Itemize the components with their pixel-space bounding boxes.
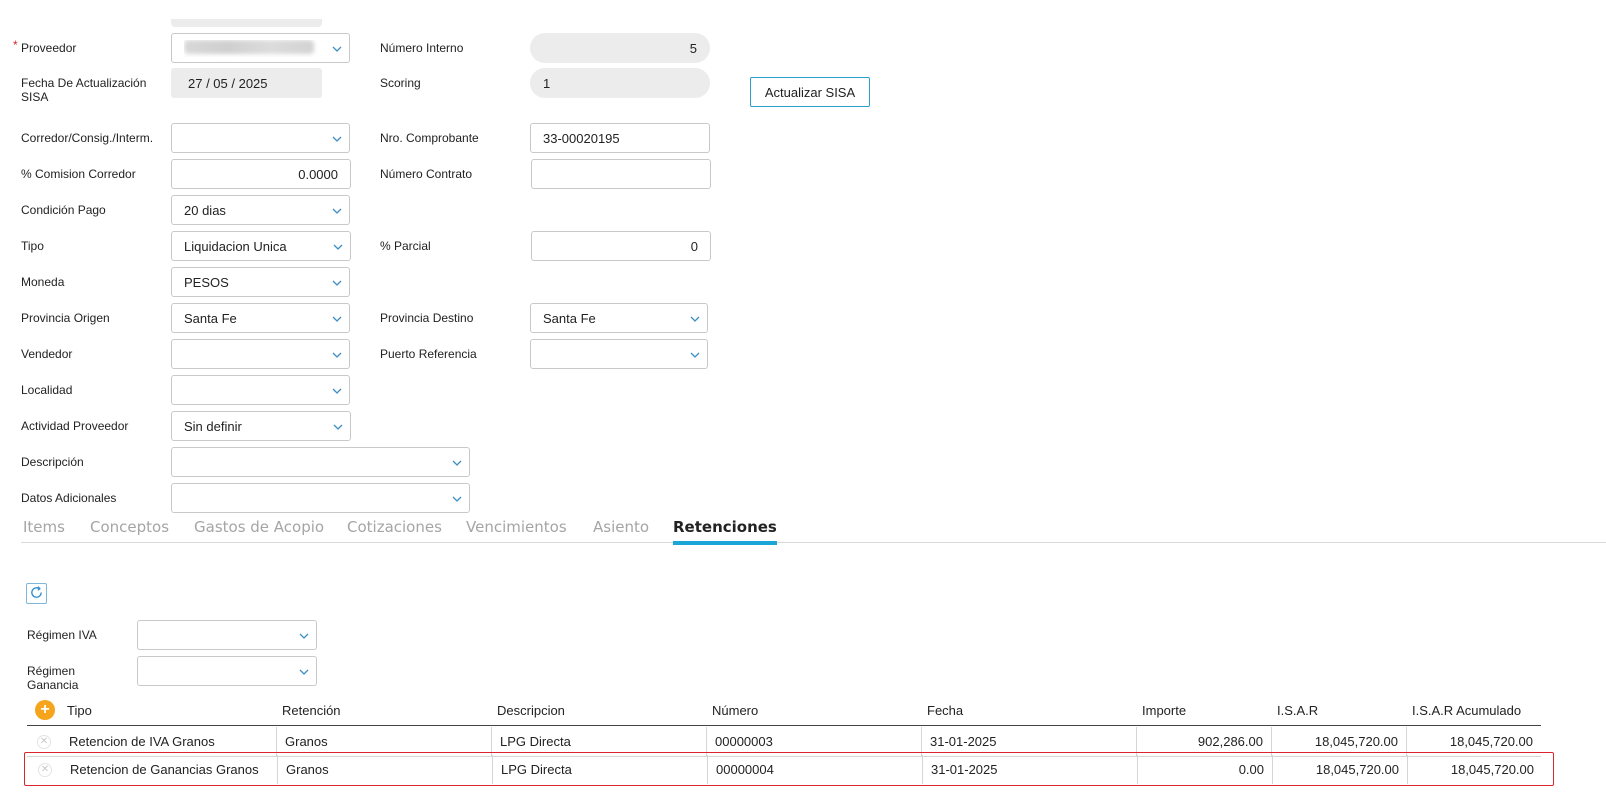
required-mark: * [13, 38, 18, 52]
scoring-label: Scoring [380, 76, 421, 90]
chevron-down-icon [331, 43, 343, 55]
numero-contrato-input[interactable] [531, 159, 711, 189]
chevron-down-icon [331, 277, 343, 289]
tab-asiento[interactable]: Asiento [593, 517, 649, 542]
moneda-label: Moneda [21, 275, 65, 289]
localidad-label: Localidad [21, 383, 73, 397]
cell-descripcion: LPG Directa [492, 755, 707, 784]
actividad-proveedor-select[interactable]: Sin definir [171, 411, 351, 441]
nro-comprobante-input[interactable]: 33-00020195 [530, 123, 710, 153]
add-icon[interactable]: + [35, 700, 55, 720]
chevron-down-icon [331, 313, 343, 325]
moneda-select[interactable]: PESOS [171, 267, 350, 297]
cell-retencion: Granos [277, 755, 492, 784]
chevron-down-icon [331, 385, 343, 397]
regimen-iva-label: Régimen IVA [27, 628, 97, 642]
provincia-origen-label: Provincia Origen [21, 311, 110, 325]
cell-tipo: Retencion de Ganancias Granos [70, 762, 259, 777]
col-header-fecha[interactable]: Fecha [927, 703, 963, 718]
corredor-label: Corredor/Consig./Interm. [21, 131, 154, 145]
fecha-sisa-field: 27 / 05 / 2025 [171, 68, 322, 98]
condicion-pago-label: Condición Pago [21, 203, 106, 217]
tab-conceptos[interactable]: Conceptos [90, 517, 169, 542]
descripcion-select[interactable] [171, 447, 470, 477]
tipo-select[interactable]: Liquidacion Unica [171, 231, 351, 261]
regimen-ganancia-select[interactable] [137, 656, 317, 686]
delete-icon[interactable]: ✕ [38, 763, 52, 777]
chevron-down-icon [298, 630, 310, 642]
col-header-isar[interactable]: I.S.A.R [1277, 703, 1318, 718]
tab-vencimientos[interactable]: Vencimientos [466, 517, 567, 542]
refresh-button[interactable] [26, 583, 47, 604]
puerto-referencia-label: Puerto Referencia [380, 347, 477, 361]
refresh-icon [29, 585, 44, 603]
tab-gastos-de-acopio[interactable]: Gastos de Acopio [194, 517, 324, 542]
cell-importe: 0.00 [1137, 755, 1272, 784]
tab-cotizaciones[interactable]: Cotizaciones [347, 517, 442, 542]
chevron-down-icon [331, 133, 343, 145]
datos-adicionales-label: Datos Adicionales [21, 491, 117, 505]
numero-interno-field: 5 [530, 33, 710, 63]
col-header-importe[interactable]: Importe [1142, 703, 1186, 718]
numero-contrato-label: Número Contrato [380, 167, 473, 181]
provincia-destino-label: Provincia Destino [380, 311, 474, 325]
tipo-label: Tipo [21, 239, 44, 253]
comision-input[interactable]: 0.0000 [171, 159, 351, 189]
proveedor-blurred-value [184, 39, 314, 54]
parcial-label: % Parcial [380, 239, 431, 253]
chevron-down-icon [451, 457, 463, 469]
retenciones-grid-header: + Tipo Retención Descripcion Número Fech… [27, 700, 1541, 726]
fecha-sisa-label: Fecha De Actualización SISA [21, 76, 147, 104]
col-header-isar-acumulado[interactable]: I.S.A.R Acumulado [1412, 703, 1521, 718]
chevron-down-icon [689, 349, 701, 361]
puerto-referencia-select[interactable] [530, 339, 708, 369]
chevron-down-icon [331, 349, 343, 361]
chevron-down-icon [332, 241, 344, 253]
chevron-down-icon [451, 493, 463, 505]
actualizar-sisa-button[interactable]: Actualizar SISA [750, 77, 870, 107]
table-row-selected[interactable]: ✕ Retencion de Ganancias Granos Granos L… [24, 752, 1554, 786]
col-header-descripcion[interactable]: Descripcion [497, 703, 565, 718]
cell-fecha: 31-01-2025 [922, 755, 1137, 784]
provincia-origen-select[interactable]: Santa Fe [171, 303, 350, 333]
proveedor-select[interactable] [171, 33, 350, 63]
datos-adicionales-select[interactable] [171, 483, 470, 513]
parcial-input[interactable]: 0 [531, 231, 711, 261]
regimen-ganancia-label: Régimen Ganancia [27, 664, 79, 692]
col-header-retencion[interactable]: Retención [282, 703, 341, 718]
tab-items[interactable]: Items [23, 517, 65, 542]
scoring-field: 1 [530, 68, 710, 98]
proveedor-label: Proveedor [21, 41, 77, 55]
chevron-down-icon [331, 205, 343, 217]
numero-interno-label: Número Interno [380, 41, 464, 55]
regimen-iva-select[interactable] [137, 620, 317, 650]
chevron-down-icon [332, 421, 344, 433]
descripcion-label: Descripción [21, 455, 84, 469]
corredor-select[interactable] [171, 123, 350, 153]
tab-bar: Items Conceptos Gastos de Acopio Cotizac… [21, 517, 1606, 545]
tab-retenciones[interactable]: Retenciones [673, 517, 777, 545]
col-header-tipo[interactable]: Tipo [67, 703, 92, 718]
cell-numero: 00000004 [707, 755, 922, 784]
localidad-select[interactable] [171, 375, 350, 405]
condicion-pago-select[interactable]: 20 dias [171, 195, 350, 225]
vendedor-select[interactable] [171, 339, 350, 369]
chevron-down-icon [298, 666, 310, 678]
provincia-destino-select[interactable]: Santa Fe [530, 303, 708, 333]
chevron-down-icon [689, 313, 701, 325]
actividad-proveedor-label: Actividad Proveedor [21, 419, 129, 433]
comision-label: % Comision Corredor [21, 167, 136, 181]
nro-comprobante-label: Nro. Comprobante [380, 131, 479, 145]
cell-isar-acumulado: 18,045,720.00 [1407, 755, 1542, 784]
delete-icon[interactable]: ✕ [37, 735, 51, 749]
vendedor-label: Vendedor [21, 347, 73, 361]
col-header-numero[interactable]: Número [712, 703, 758, 718]
cell-isar: 18,045,720.00 [1272, 755, 1407, 784]
field-stub-top [171, 19, 322, 27]
